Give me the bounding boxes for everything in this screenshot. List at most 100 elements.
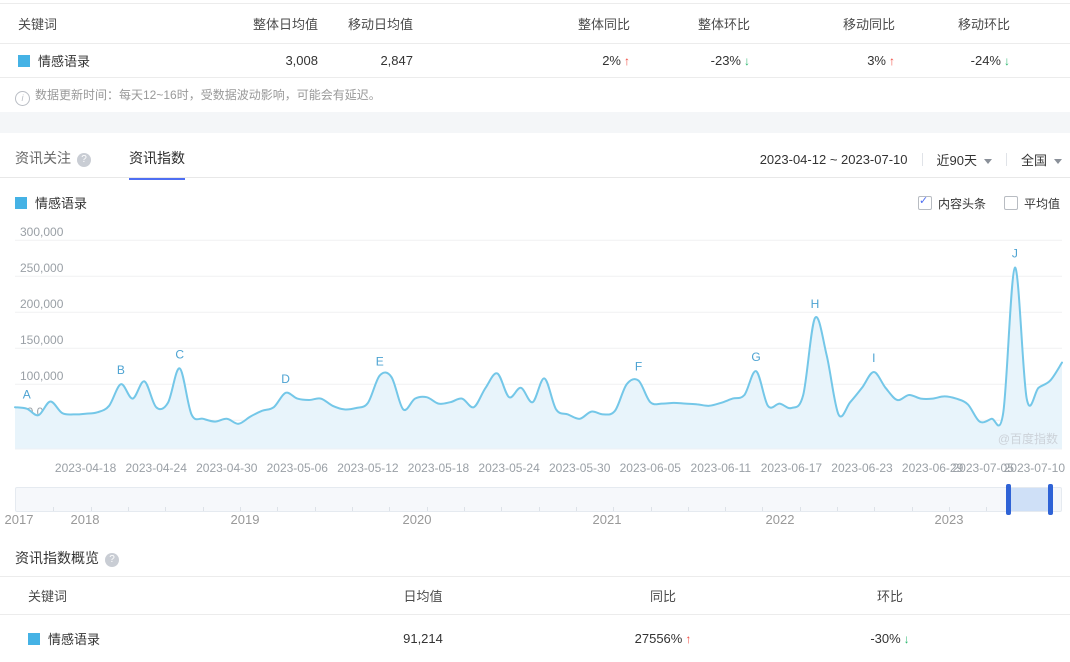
- col-header-keyword: 关键词: [18, 17, 58, 32]
- timeline-slider[interactable]: [15, 484, 1062, 515]
- checkbox-checked-icon: [917, 194, 932, 210]
- svg-text:100,000: 100,000: [20, 369, 64, 383]
- overall-yoy-value: 2%: [425, 53, 642, 68]
- slider-selection[interactable]: [1009, 488, 1051, 511]
- series-legend: 情感语录: [15, 193, 87, 212]
- yoy-value: 27556%: [596, 631, 730, 646]
- peak-label-I: I: [872, 351, 875, 365]
- help-icon[interactable]: [105, 553, 119, 567]
- news-index-trend-chart[interactable]: 50,000100,000150,000200,000250,000300,00…: [0, 225, 1070, 480]
- x-axis-label: 2023-06-23: [831, 461, 893, 475]
- x-axis-label: 2023-06-05: [620, 461, 682, 475]
- col-header-overall-mom: 整体环比: [697, 17, 750, 32]
- x-axis-label: 2023-05-30: [549, 461, 611, 475]
- chevron-down-icon: [1054, 159, 1062, 164]
- svg-text:150,000: 150,000: [20, 333, 64, 347]
- series-label: 情感语录: [35, 196, 88, 211]
- col-header-mobile-yoy: 移动同比: [842, 17, 895, 32]
- tab-label: 资讯关注: [15, 150, 71, 166]
- peak-label-G: G: [751, 350, 760, 364]
- legend-row: 情感语录 内容头条 平均值: [0, 193, 1070, 213]
- peak-label-F: F: [635, 360, 642, 374]
- overview-table: 关键词 日均值 同比 环比 情感语录 91,214 27556% -30%: [0, 576, 1070, 662]
- x-axis-label: 2023-05-18: [408, 461, 470, 475]
- svg-text:250,000: 250,000: [20, 261, 64, 275]
- year-label-2021: 2021: [592, 512, 622, 527]
- divider: [1005, 153, 1007, 166]
- tab-news-attention[interactable]: 资讯关注: [15, 148, 91, 180]
- keyword-cell: 情感语录: [0, 629, 250, 648]
- year-label-2020: 2020: [402, 512, 432, 527]
- tab-news-index[interactable]: 资讯指数: [129, 148, 185, 180]
- keyword-color-swatch: [28, 633, 40, 645]
- slider-handle-right[interactable]: [1048, 484, 1053, 515]
- tab-label: 资讯指数: [129, 150, 185, 166]
- col-header-mobile-mom: 移动环比: [957, 17, 1010, 32]
- tab-bar: 资讯关注 资讯指数 2023-04-12 ~ 2023-07-10 近90天 全…: [0, 140, 1070, 180]
- year-label-2017: 2017: [4, 512, 34, 527]
- summary-table-header: 关键词 整体日均值 移动日均值 整体同比 整体环比 移动同比 移动环比: [0, 3, 1070, 44]
- peak-label-C: C: [175, 347, 184, 361]
- mobile-mom-value: -24%: [907, 53, 1070, 68]
- peak-label-B: B: [117, 363, 125, 377]
- year-label-2023: 2023: [934, 512, 964, 527]
- year-label-2019: 2019: [230, 512, 260, 527]
- col-header-mom: 环比: [876, 589, 903, 604]
- x-axis-label: 2023-05-06: [267, 461, 329, 475]
- up-arrow-icon: [889, 54, 895, 68]
- date-range-picker[interactable]: 2023-04-12 ~ 2023-07-10: [760, 152, 908, 167]
- up-arrow-icon: [624, 54, 630, 68]
- overview-table-header: 关键词 日均值 同比 环比: [0, 576, 1070, 615]
- col-header-overall-daily-avg: 整体日均值: [252, 17, 318, 32]
- region-dropdown[interactable]: 全国: [1021, 150, 1062, 169]
- checkbox-average[interactable]: 平均值: [1003, 195, 1060, 212]
- x-axis-label: 2023-04-24: [126, 461, 188, 475]
- overall-daily-avg-value: 3,008: [285, 53, 318, 68]
- mobile-daily-avg-value: 2,847: [380, 53, 413, 68]
- timeline-year-labels: 2017 2018 2019 2020 2021 2022 2023: [0, 512, 1070, 530]
- peak-label-J: J: [1012, 247, 1018, 261]
- daily-avg-value: 91,214: [403, 631, 443, 646]
- keyword-cell: 情感语录: [0, 51, 240, 70]
- mobile-yoy-value: 3%: [762, 53, 907, 68]
- peak-label-H: H: [811, 297, 820, 311]
- baidu-index-page: { "top_table": { "headers": ["关键词", "整体日…: [0, 0, 1070, 660]
- x-axis-label: 2023-04-30: [196, 461, 258, 475]
- mom-value: -30%: [730, 631, 1050, 646]
- data-update-note: 数据更新时间：每天12~16时，受数据波动影响，可能会有延迟。: [15, 86, 381, 106]
- keyword-color-swatch: [18, 55, 30, 67]
- col-header-daily-avg: 日均值: [403, 589, 443, 604]
- col-header-mobile-daily-avg: 移动日均值: [347, 17, 413, 32]
- col-header-keyword: 关键词: [28, 589, 68, 604]
- peak-label-D: D: [281, 372, 290, 386]
- svg-text:300,000: 300,000: [20, 225, 64, 239]
- peak-label-E: E: [376, 355, 384, 369]
- overview-table-row: 情感语录 91,214 27556% -30%: [0, 615, 1070, 662]
- chevron-down-icon: [983, 159, 992, 164]
- help-icon[interactable]: [77, 153, 91, 167]
- year-label-2018: 2018: [70, 512, 100, 527]
- watermark: @百度指数: [998, 431, 1058, 446]
- series-color-swatch: [15, 197, 27, 209]
- overall-mom-value: -23%: [642, 53, 762, 68]
- summary-table-row: 情感语录 3,008 2,847 2% -23% 3% -24%: [0, 44, 1070, 78]
- checkbox-content-headlines[interactable]: 内容头条: [917, 194, 986, 212]
- section-separator: [0, 112, 1070, 133]
- overview-title: 资讯指数概览: [15, 548, 119, 568]
- slider-handle-left[interactable]: [1006, 484, 1011, 515]
- svg-text:200,000: 200,000: [20, 297, 64, 311]
- peak-label-A: A: [23, 388, 31, 402]
- x-axis-label: 2023-05-24: [478, 461, 540, 475]
- chart-controls: 2023-04-12 ~ 2023-07-10 近90天 全国: [760, 150, 1062, 169]
- x-axis-label: 2023-04-18: [55, 461, 117, 475]
- period-dropdown[interactable]: 近90天: [937, 150, 992, 169]
- keyword-label: 情感语录: [38, 54, 91, 69]
- col-header-yoy: 同比: [649, 589, 676, 604]
- checkbox-unchecked-icon: [1003, 196, 1018, 210]
- keyword-summary-table: 关键词 整体日均值 移动日均值 整体同比 整体环比 移动同比 移动环比 情感语录…: [0, 3, 1070, 78]
- down-arrow-icon: [904, 632, 910, 646]
- up-arrow-icon: [685, 632, 691, 646]
- keyword-label: 情感语录: [48, 632, 101, 647]
- x-axis-label: 2023-06-11: [691, 461, 752, 475]
- divider: [921, 153, 923, 166]
